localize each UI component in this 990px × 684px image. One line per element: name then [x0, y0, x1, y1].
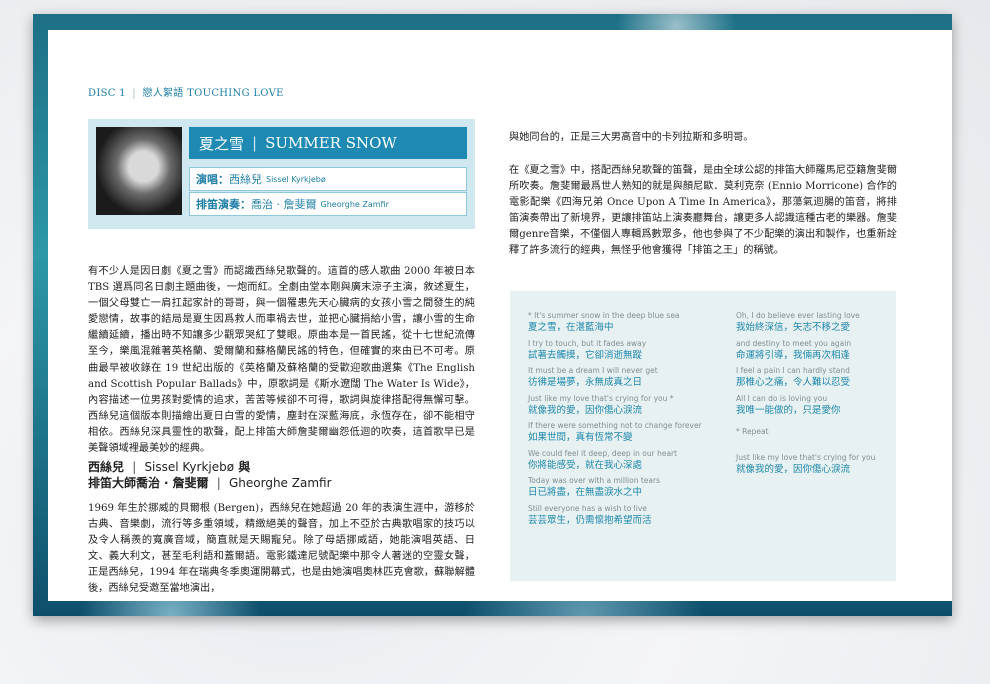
lyric-en: Oh, I do believe ever lasting love	[736, 311, 860, 320]
song-info-box: 夏之雪 | SUMMER SNOW 演唱： 西絲兒 Sissel Kyrkjeb…	[88, 119, 475, 229]
subhead-separator: |	[132, 460, 137, 474]
flutist-paragraph: 在《夏之雪》中，搭配西絲兒歌聲的笛聲，是由全球公認的排笛大師羅馬尼亞籍詹斐爾所吹…	[509, 165, 897, 257]
lyric-zh: 如果世間，真有恆常不變	[528, 432, 633, 443]
song-title-bar: 夏之雪 | SUMMER SNOW	[189, 127, 467, 159]
lyric-zh: 試著去觸摸，它卻消逝無蹤	[528, 349, 643, 361]
lyric-zh: 日已將盡，在無盡淚水之中	[528, 487, 643, 498]
lyric-en: We could feel it deep, deep in our heart	[528, 448, 678, 458]
subhead-separator: |	[216, 476, 221, 490]
booklet-page: DISC 1 | 戀人絮語 TOUCHING LOVE 夏之雪 | SUMMER…	[48, 30, 952, 601]
title-separator: |	[252, 134, 258, 152]
lyric-en: I feel a pain I can hardly stand	[736, 366, 850, 375]
lyric-zh: 彷彿是場夢，永無成真之日	[528, 377, 643, 388]
singer-name-en: Sissel Kyrkjebø	[266, 174, 326, 184]
disc-title: 戀人絮語 TOUCHING LOVE	[142, 88, 284, 99]
song-title-zh: 夏之雪	[199, 134, 245, 153]
repeat-note: * Repeat	[736, 427, 769, 436]
lyric-zh: 夏之雪，在湛藍海中	[528, 322, 614, 333]
lyric-zh: 那椎心之痛，令人難以忍受	[736, 377, 851, 388]
lyric-en: and destiny to meet you again	[736, 338, 852, 348]
lyrics-box: * It's summer snow in the deep blue sea …	[510, 291, 896, 581]
flute-name-zh: 喬治 ‧ 詹斐爾	[251, 198, 317, 211]
lyric-en: Just like my love that's crying for you …	[528, 393, 674, 403]
artists-subheading: 西絲兒 | Sissel Kyrkjebø 與 排笛大師喬治 ‧ 詹斐爾 | G…	[88, 459, 475, 491]
subhead-singer-en: Sissel Kyrkjebø	[144, 460, 235, 474]
lyric-en: It must be a dream I will never get	[528, 366, 658, 375]
lyrics-column-right: Oh, I do believe ever lasting love 我始終深信…	[736, 310, 875, 480]
artist-photo	[96, 127, 182, 215]
lyric-zh: 芸芸眾生，仍需懷抱希望而活	[528, 514, 652, 526]
disc-number: DISC 1	[88, 88, 126, 99]
flute-label: 排笛演奏：	[196, 198, 251, 211]
subhead-flutist-en: Gheorghe Zamfir	[228, 476, 332, 490]
lyric-zh: 我始終深信，矢志不移之愛	[736, 322, 851, 333]
lyric-en: * It's summer snow in the deep blue sea	[528, 311, 680, 320]
lyric-zh: 就像我的愛，因你傷心淚流	[736, 464, 851, 475]
subhead-flutist-zh: 排笛大師喬治 ‧ 詹斐爾	[88, 476, 209, 490]
flute-name-en: Gheorghe Zamfir	[320, 199, 389, 209]
lyric-zh: 命運將引導，我倆再次相逢	[736, 349, 851, 361]
lyric-zh: 你將能感受，就在我心深處	[528, 459, 643, 471]
lyric-en: Just like my love that's crying for you	[736, 453, 876, 462]
singer-label: 演唱：	[196, 173, 229, 186]
lyric-en: Still everyone has a wish to live	[528, 503, 647, 513]
subhead-singer-zh: 西絲兒	[88, 460, 125, 474]
bio-continued-paragraph: 與她同台的，正是三大男高音中的卡列拉斯和多明哥。	[509, 132, 754, 143]
song-title-en: SUMMER SNOW	[265, 134, 397, 152]
booklet-spread: DISC 1 | 戀人絮語 TOUCHING LOVE 夏之雪 | SUMMER…	[33, 14, 952, 616]
header-separator: |	[132, 88, 136, 99]
song-description-paragraph: 有不少人是因日劇《夏之雪》而認識西絲兒歌聲的。這首的感人歌曲 2000 年被日本…	[88, 266, 475, 455]
singer-name-zh: 西絲兒	[229, 173, 262, 186]
lyric-en: If there were something not to change fo…	[528, 421, 702, 430]
singer-credit: 演唱： 西絲兒 Sissel Kyrkjebø	[189, 167, 467, 191]
lyric-zh: 我唯一能做的，只是愛你	[736, 404, 841, 416]
lyric-en: All I can do is loving you	[736, 393, 828, 403]
subhead-and: 與	[238, 460, 251, 474]
lyric-en: I try to touch, but it fades away	[528, 338, 647, 348]
lyric-en: Today was over with a million tears	[528, 476, 660, 485]
singer-bio-paragraph: 1969 年生於挪威的貝爾根 (Bergen)，西絲兒在她超過 20 年的表演生…	[88, 503, 475, 595]
disc-header: DISC 1 | 戀人絮語 TOUCHING LOVE	[88, 84, 284, 99]
lyric-zh: 就像我的愛，因你傷心淚流	[528, 404, 643, 416]
lyrics-column-left: * It's summer snow in the deep blue sea …	[528, 310, 702, 530]
flute-credit: 排笛演奏： 喬治 ‧ 詹斐爾 Gheorghe Zamfir	[189, 192, 467, 216]
